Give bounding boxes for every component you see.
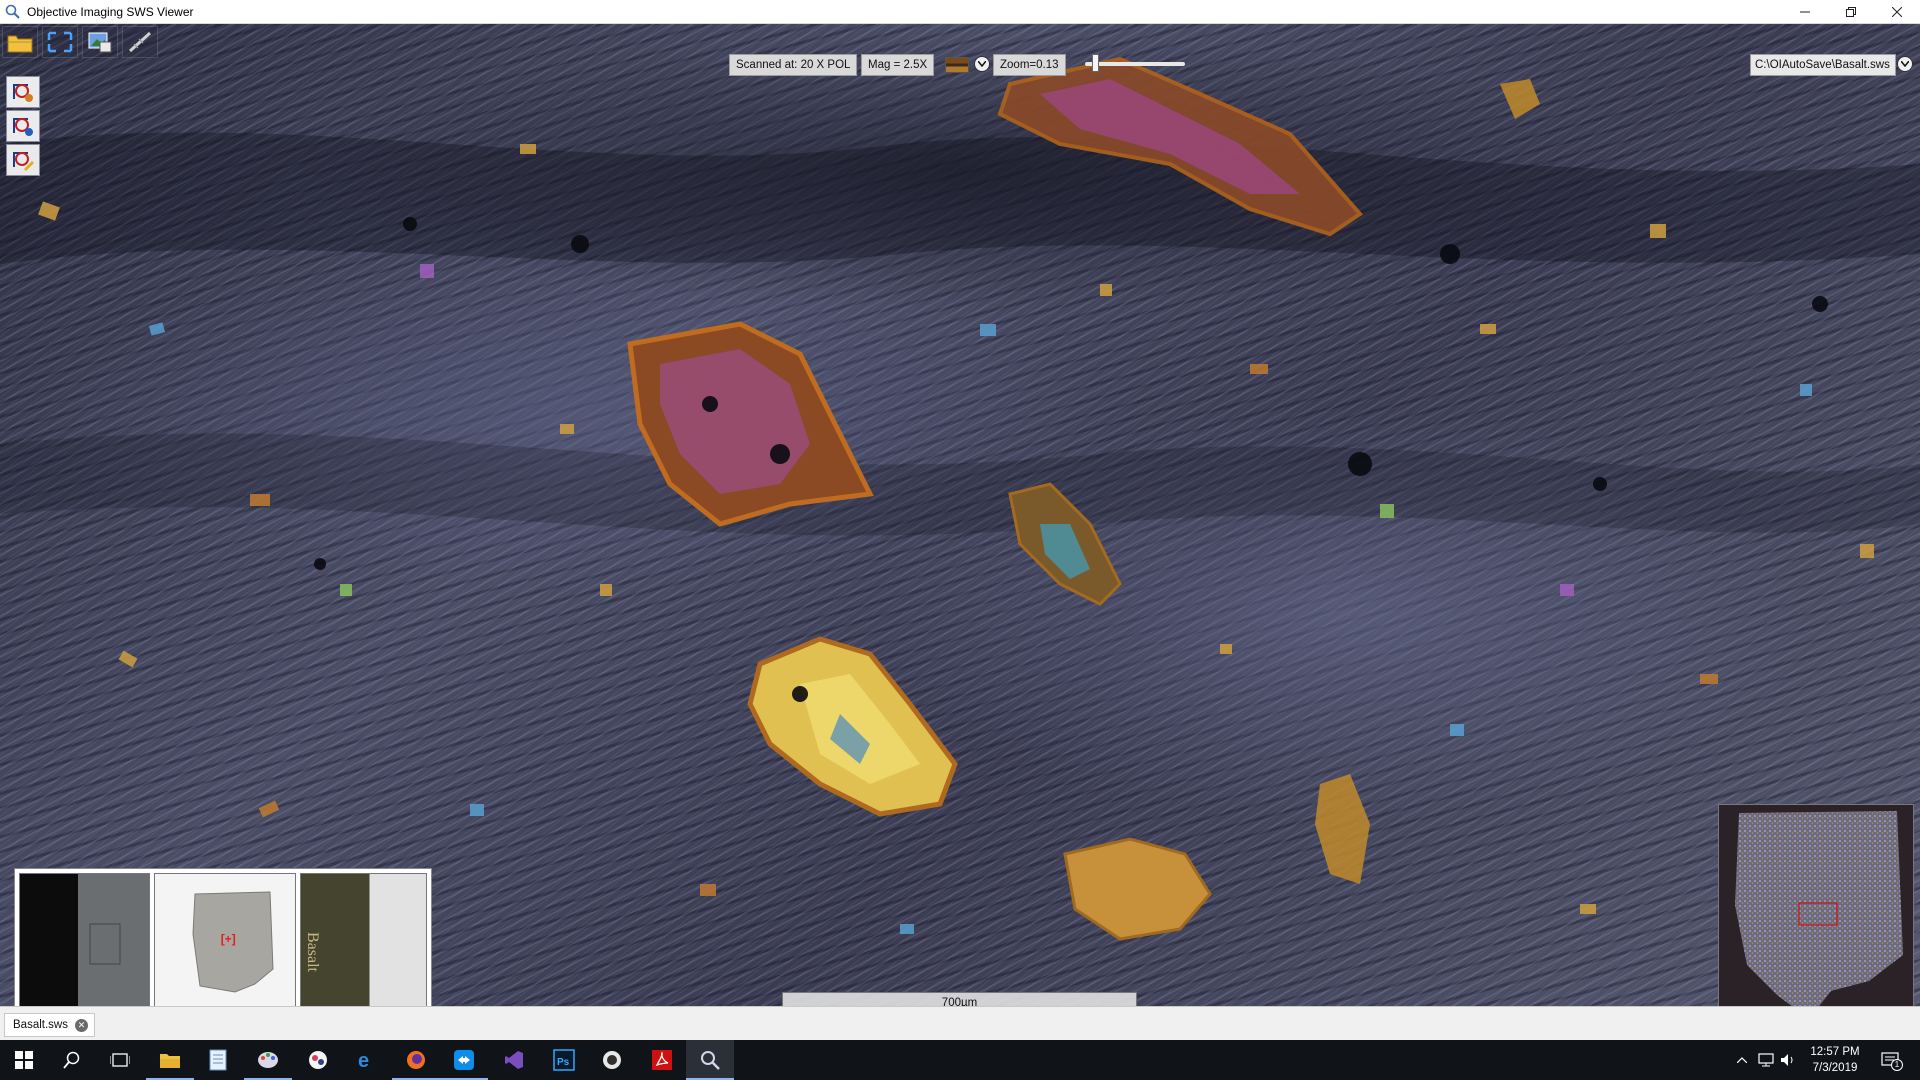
close-button[interactable] bbox=[1874, 0, 1920, 24]
sws-viewer-button[interactable] bbox=[686, 1040, 734, 1080]
minimap-image bbox=[1735, 811, 1903, 1006]
paint-app-icon bbox=[258, 1052, 278, 1068]
sws-viewer-icon bbox=[701, 1051, 720, 1070]
edit-annotation-button[interactable] bbox=[6, 144, 40, 176]
notification-count-badge: 1 bbox=[1891, 1059, 1903, 1071]
chevron-down-icon bbox=[978, 61, 986, 67]
svg-text:e: e bbox=[358, 1050, 369, 1071]
document-tab-bar: Basalt.sws ✕ bbox=[0, 1006, 1920, 1040]
visual-studio-button[interactable] bbox=[490, 1040, 538, 1080]
scan-info-readout: Scanned at: 20 X POL bbox=[729, 54, 858, 76]
file-explorer-icon bbox=[160, 1054, 180, 1068]
restore-icon bbox=[1846, 7, 1856, 17]
app-logo-icon bbox=[5, 4, 20, 19]
slide-position-marker: [+] bbox=[220, 932, 236, 946]
show-hidden-icons-button[interactable] bbox=[1732, 1050, 1752, 1070]
notepad-icon bbox=[209, 1049, 227, 1071]
windows-taskbar: e Ps 12:57 PM 7/3/2019 1 bbox=[0, 1040, 1920, 1080]
restore-button[interactable] bbox=[1828, 0, 1874, 24]
magnification-dropdown[interactable] bbox=[974, 56, 990, 72]
obs-button[interactable] bbox=[588, 1040, 636, 1080]
add-annotation-button[interactable] bbox=[6, 76, 40, 108]
firefox-button[interactable] bbox=[392, 1040, 440, 1080]
zoom-readout: Zoom=0.13 bbox=[993, 54, 1066, 76]
teamviewer-icon bbox=[454, 1050, 474, 1070]
annotation-info-button[interactable] bbox=[6, 110, 40, 142]
open-folder-icon bbox=[7, 35, 33, 53]
fit-to-window-icon bbox=[47, 31, 73, 53]
firefox-icon bbox=[407, 1051, 425, 1069]
network-icon bbox=[1758, 1053, 1774, 1067]
measure-tool-button[interactable] bbox=[122, 26, 158, 58]
annotation-add-icon bbox=[13, 84, 33, 102]
color-balance-swatch[interactable] bbox=[945, 57, 969, 73]
clock-time: 12:57 PM bbox=[1810, 1046, 1860, 1058]
notepad-button[interactable] bbox=[194, 1040, 242, 1080]
tab-label: Basalt.sws bbox=[13, 1019, 68, 1031]
paint-app-button[interactable] bbox=[244, 1040, 292, 1080]
annotation-info-icon bbox=[13, 118, 33, 136]
slide-label-thumbnail[interactable]: Basalt bbox=[300, 873, 427, 1006]
close-icon bbox=[1892, 7, 1902, 17]
acrobat-icon bbox=[652, 1050, 672, 1070]
title-bar: Objective Imaging SWS Viewer bbox=[0, 0, 1920, 24]
volume-button[interactable] bbox=[1778, 1050, 1798, 1070]
photoshop-icon: Ps bbox=[553, 1049, 575, 1071]
thin-section-image bbox=[0, 56, 1920, 941]
search-button[interactable] bbox=[48, 1040, 96, 1080]
task-view-icon bbox=[110, 1053, 130, 1067]
file-explorer-button[interactable] bbox=[146, 1040, 194, 1080]
task-view-button[interactable] bbox=[96, 1040, 144, 1080]
svg-text:Ps: Ps bbox=[557, 1057, 570, 1068]
slide-viewport[interactable]: Scanned at: 20 X POL Mag = 2.5X Zoom=0.1… bbox=[0, 24, 1920, 1006]
teamviewer-button[interactable] bbox=[440, 1040, 488, 1080]
slide-macro-thumbnail[interactable] bbox=[19, 873, 150, 1006]
slide-overview-thumbnail[interactable]: [+] bbox=[153, 873, 297, 1006]
open-file-button[interactable] bbox=[2, 26, 38, 58]
measure-tool-icon bbox=[128, 31, 152, 53]
slide-label-text: Basalt bbox=[304, 932, 322, 972]
action-center-button[interactable]: 1 bbox=[1880, 1050, 1903, 1071]
photoshop-button[interactable]: Ps bbox=[540, 1040, 588, 1080]
color-app-icon bbox=[309, 1051, 327, 1069]
magnification-readout: Mag = 2.5X bbox=[861, 54, 935, 76]
annotation-edit-icon bbox=[13, 152, 34, 171]
network-button[interactable] bbox=[1756, 1050, 1776, 1070]
volume-icon bbox=[1781, 1054, 1793, 1066]
image-export-button[interactable] bbox=[82, 26, 118, 58]
zoom-slider-thumb[interactable] bbox=[1092, 54, 1099, 72]
clock-date: 7/3/2019 bbox=[1812, 1062, 1858, 1074]
start-icon bbox=[15, 1051, 33, 1069]
chevron-down-icon bbox=[1901, 61, 1909, 67]
visual-studio-icon bbox=[505, 1051, 523, 1069]
overview-minimap[interactable] bbox=[1718, 804, 1914, 1006]
fit-to-window-button[interactable] bbox=[42, 26, 78, 58]
minimize-button[interactable] bbox=[1782, 0, 1828, 24]
chevron-up-icon bbox=[1737, 1057, 1747, 1063]
zoom-slider-track[interactable] bbox=[1085, 62, 1185, 66]
scale-bar: 700µm bbox=[782, 992, 1137, 1006]
edge-button[interactable]: e bbox=[342, 1040, 390, 1080]
color-app-button[interactable] bbox=[294, 1040, 342, 1080]
file-path-dropdown[interactable] bbox=[1897, 56, 1913, 72]
minimize-icon bbox=[1800, 11, 1810, 13]
start-button[interactable] bbox=[0, 1040, 48, 1080]
image-export-icon bbox=[88, 32, 112, 53]
obs-icon bbox=[603, 1051, 621, 1069]
file-path-display: C:\OIAutoSave\Basalt.sws bbox=[1750, 54, 1896, 76]
tab-basalt-sws[interactable]: Basalt.sws ✕ bbox=[4, 1013, 95, 1037]
window-controls bbox=[1782, 0, 1920, 24]
slide-label-panel: [+] Basalt bbox=[14, 868, 432, 1006]
acrobat-button[interactable] bbox=[638, 1040, 686, 1080]
slide-macro-image bbox=[89, 923, 121, 965]
close-tab-icon[interactable]: ✕ bbox=[74, 1019, 88, 1032]
taskbar-clock[interactable]: 12:57 PM 7/3/2019 bbox=[1800, 1044, 1870, 1076]
edge-icon: e bbox=[358, 1050, 369, 1071]
search-icon bbox=[63, 1051, 80, 1069]
window-title: Objective Imaging SWS Viewer bbox=[27, 4, 194, 19]
